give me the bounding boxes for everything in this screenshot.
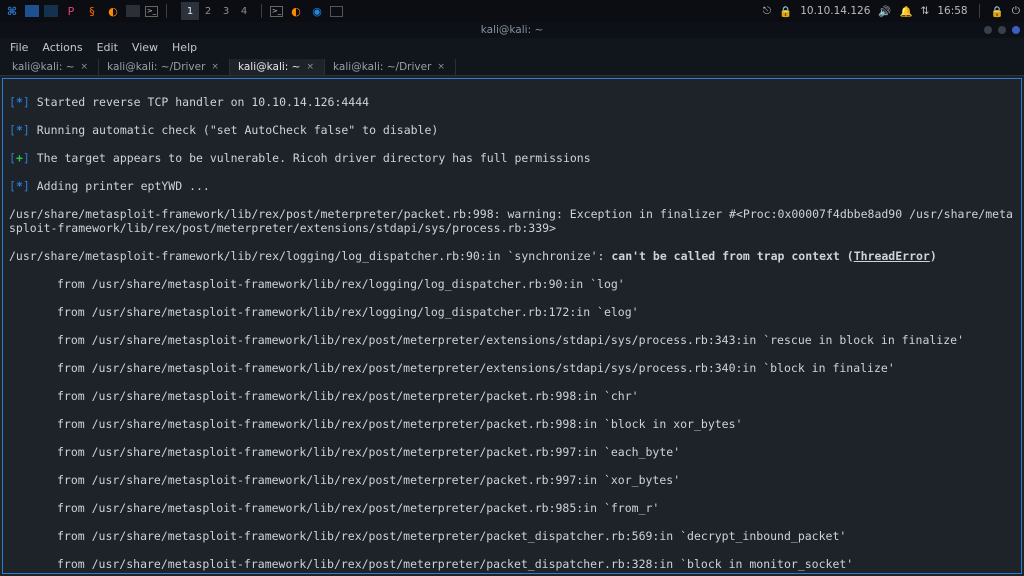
maximize-button[interactable] bbox=[998, 26, 1006, 34]
workspace-switcher[interactable]: 1 2 3 4 bbox=[181, 2, 253, 20]
volume-icon[interactable]: 🔊 bbox=[878, 5, 891, 18]
log-line: /usr/share/metasploit-framework/lib/rex/… bbox=[9, 249, 1015, 263]
log-line: from /usr/share/metasploit-framework/lib… bbox=[9, 445, 1015, 459]
menubar: File Actions Edit View Help bbox=[0, 38, 1024, 56]
menu-view[interactable]: View bbox=[132, 41, 158, 54]
clock[interactable]: 16:58 bbox=[937, 5, 967, 17]
tab-1[interactable]: kali@kali: ~ × bbox=[4, 59, 99, 75]
close-icon[interactable]: × bbox=[211, 62, 219, 72]
log-line: from /usr/share/metasploit-framework/lib… bbox=[9, 389, 1015, 403]
log-line: from /usr/share/metasploit-framework/lib… bbox=[9, 361, 1015, 375]
separator bbox=[979, 4, 980, 18]
files-icon[interactable] bbox=[25, 5, 39, 17]
log-line: [*] Adding printer eptYWD ... bbox=[9, 179, 1015, 193]
text-editor-icon[interactable] bbox=[126, 5, 140, 17]
minimize-button[interactable] bbox=[984, 26, 992, 34]
workspace-1[interactable]: 1 bbox=[181, 2, 199, 20]
tab-label: kali@kali: ~/Driver bbox=[107, 61, 205, 73]
taskbar-left: ⌘ P § ◐ >_ 1 2 3 4 >_ ◐ ◉ bbox=[4, 2, 343, 20]
tab-3[interactable]: kali@kali: ~ × bbox=[230, 59, 325, 75]
firefox-icon[interactable]: ◐ bbox=[105, 3, 121, 19]
parrot-icon[interactable]: P bbox=[63, 3, 79, 19]
close-icon[interactable]: × bbox=[306, 62, 314, 72]
power-icon[interactable]: ⏻ bbox=[1012, 5, 1020, 18]
separator bbox=[166, 4, 167, 18]
notifications-icon[interactable]: 🔔 bbox=[899, 5, 912, 18]
log-line: from /usr/share/metasploit-framework/lib… bbox=[9, 277, 1015, 291]
app-terminal-icon[interactable]: >_ bbox=[270, 6, 283, 17]
log-line: from /usr/share/metasploit-framework/lib… bbox=[9, 417, 1015, 431]
menu-actions[interactable]: Actions bbox=[42, 41, 82, 54]
tab-label: kali@kali: ~/Driver bbox=[333, 61, 431, 73]
mail-icon[interactable] bbox=[44, 5, 58, 17]
separator bbox=[261, 4, 262, 18]
tab-4[interactable]: kali@kali: ~/Driver × bbox=[325, 59, 456, 75]
app-window-icon[interactable] bbox=[330, 6, 343, 17]
taskbar-right: ⎋ 🔒 10.10.14.126 🔊 🔔 ⇅ 16:58 🔒 ⏻ bbox=[763, 4, 1020, 18]
log-line: from /usr/share/metasploit-framework/lib… bbox=[9, 305, 1015, 319]
workspace-4[interactable]: 4 bbox=[235, 2, 253, 20]
close-button[interactable] bbox=[1012, 26, 1020, 34]
log-line: from /usr/share/metasploit-framework/lib… bbox=[9, 501, 1015, 515]
workspace-2[interactable]: 2 bbox=[199, 2, 217, 20]
log-line: [*] Running automatic check ("set AutoCh… bbox=[9, 123, 1015, 137]
menu-file[interactable]: File bbox=[10, 41, 28, 54]
terminal-tabs: kali@kali: ~ × kali@kali: ~/Driver × kali@… bbox=[0, 56, 1024, 76]
log-line: from /usr/share/metasploit-framework/lib… bbox=[9, 557, 1015, 571]
log-line: [*] Started reverse TCP handler on 10.10… bbox=[9, 95, 1015, 109]
lock-icon[interactable]: 🔒 bbox=[779, 5, 792, 18]
tab-label: kali@kali: ~ bbox=[238, 61, 301, 73]
menu-edit[interactable]: Edit bbox=[97, 41, 118, 54]
window-titlebar[interactable]: kali@kali: ~ bbox=[0, 22, 1024, 38]
terminal-icon[interactable]: >_ bbox=[145, 6, 158, 17]
kali-logo-icon[interactable]: ⌘ bbox=[4, 3, 20, 19]
tab-label: kali@kali: ~ bbox=[12, 61, 75, 73]
close-icon[interactable]: × bbox=[437, 62, 445, 72]
tab-2[interactable]: kali@kali: ~/Driver × bbox=[99, 59, 230, 75]
window-title: kali@kali: ~ bbox=[481, 24, 544, 36]
app-firefox-icon[interactable]: ◐ bbox=[288, 3, 304, 19]
workspace-3[interactable]: 3 bbox=[217, 2, 235, 20]
window-controls bbox=[984, 26, 1020, 34]
close-icon[interactable]: × bbox=[81, 62, 89, 72]
log-line: [+] The target appears to be vulnerable.… bbox=[9, 151, 1015, 165]
terminal-output[interactable]: [*] Started reverse TCP handler on 10.10… bbox=[2, 78, 1022, 574]
log-line: from /usr/share/metasploit-framework/lib… bbox=[9, 473, 1015, 487]
network-icon[interactable]: ⇅ bbox=[921, 5, 930, 17]
menu-help[interactable]: Help bbox=[172, 41, 197, 54]
vpn-icon[interactable]: ⎋ bbox=[763, 5, 771, 18]
log-line: /usr/share/metasploit-framework/lib/rex/… bbox=[9, 207, 1015, 235]
burp-icon[interactable]: § bbox=[84, 3, 100, 19]
log-line: from /usr/share/metasploit-framework/lib… bbox=[9, 529, 1015, 543]
app-firefox2-icon[interactable]: ◉ bbox=[309, 3, 325, 19]
taskbar: ⌘ P § ◐ >_ 1 2 3 4 >_ ◐ ◉ ⎋ 🔒 10.10.14.1… bbox=[0, 0, 1024, 22]
screen-lock-icon[interactable]: 🔒 bbox=[991, 5, 1004, 18]
log-line: from /usr/share/metasploit-framework/lib… bbox=[9, 333, 1015, 347]
ip-label: 10.10.14.126 bbox=[800, 5, 870, 17]
